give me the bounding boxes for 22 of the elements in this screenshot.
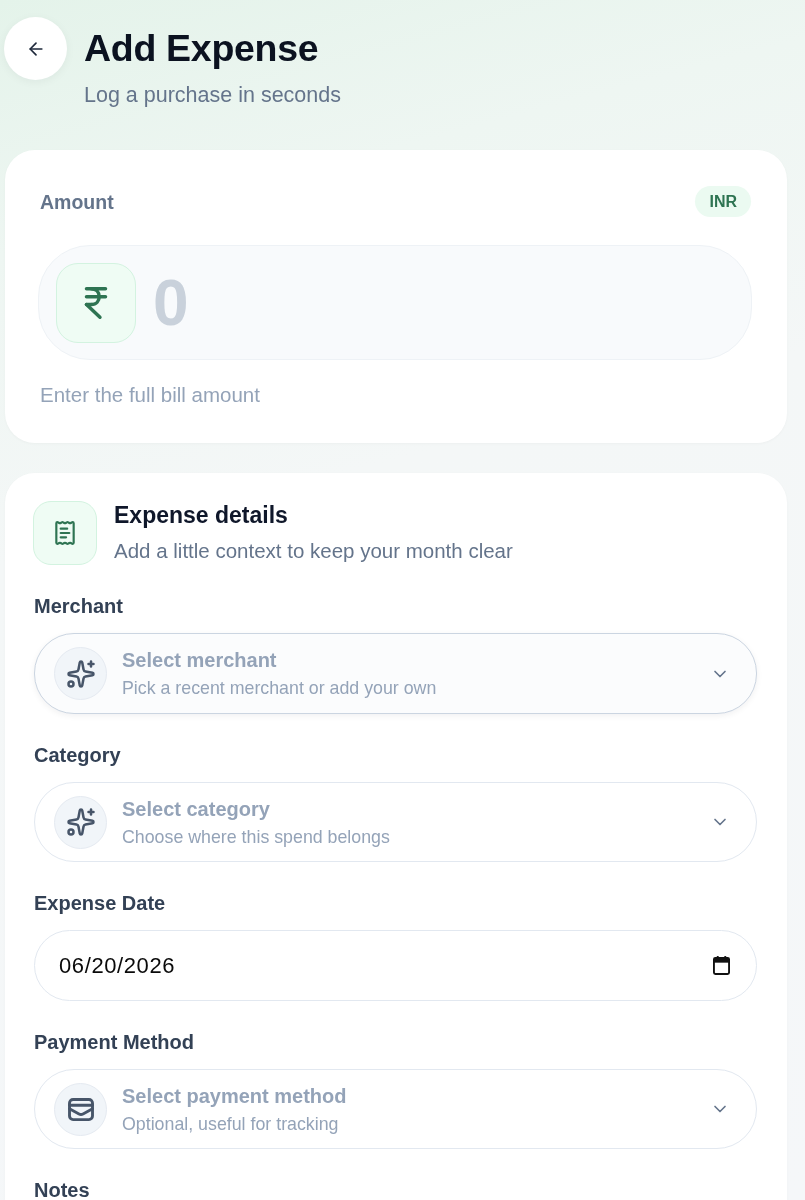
date-field[interactable]: 06/20/2026 [34, 930, 757, 1001]
select-field[interactable]: Select payment method Optional, useful for tracking [34, 1069, 757, 1149]
page-title: Add Expense [84, 26, 320, 70]
receipt-icon [33, 501, 97, 565]
card-subtitle: Add a little context to keep your month clear [114, 539, 513, 563]
amount-label: Amount [40, 189, 114, 214]
rupee-icon [56, 262, 136, 343]
field-label: Merchant [34, 594, 124, 618]
field-label: Payment Method [34, 1030, 196, 1054]
field-label: Expense Date [34, 891, 167, 915]
select-field[interactable]: Select merchant Pick a recent merchant or add your own [34, 633, 757, 714]
select-field[interactable]: Select category Choose where this spend belongs [34, 782, 757, 862]
wallet-icon [54, 1082, 107, 1136]
field-label: Category [34, 743, 122, 767]
card-title: Expense details [114, 501, 289, 530]
page-subtitle: Log a purchase in seconds [84, 82, 341, 108]
sparkle-icon [54, 647, 107, 700]
field-label: Notes [34, 1178, 91, 1200]
amount-hint: Enter the full bill amount [40, 383, 261, 407]
calendar-icon[interactable] [713, 956, 730, 975]
currency-badge: INR [695, 186, 751, 217]
sparkle-icon [54, 795, 107, 849]
